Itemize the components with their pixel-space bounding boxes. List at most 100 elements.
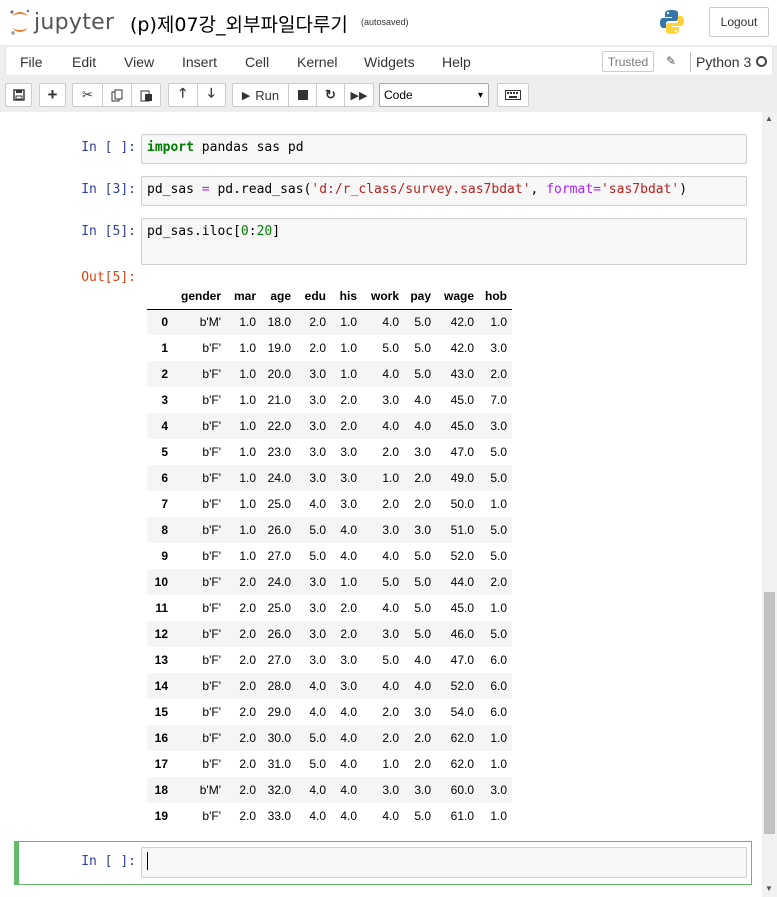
menu-kernel[interactable]: Kernel <box>297 54 337 70</box>
table-cell: 5.0 <box>490 471 507 485</box>
table-cell: 43.0 <box>450 367 474 381</box>
restart-button[interactable]: ↻ <box>317 84 345 106</box>
clipboard-group: ✂ <box>72 83 161 107</box>
restart-run-all-button[interactable]: ▶▶ <box>345 84 373 106</box>
table-body: 0 b'M' 1.0 18.0 2.0 1.0 4.0 5.0 42.0 1.0 1 b'F' 1.0 1… <box>147 309 512 829</box>
table-cell: 1.0 <box>239 393 256 407</box>
move-group: 🡑 🡓 <box>168 83 226 107</box>
row-index: 5 <box>161 445 168 459</box>
kernel-status-icon <box>756 56 767 67</box>
table-cell: 3.0 <box>340 497 357 511</box>
table-cell: 4.0 <box>414 679 431 693</box>
trusted-indicator[interactable]: Trusted <box>602 51 654 72</box>
column-header: wage <box>436 283 479 310</box>
kernel-divider <box>690 52 691 72</box>
command-palette-button[interactable] <box>497 83 529 107</box>
table-cell: 1.0 <box>490 731 507 745</box>
code-cell-input[interactable]: import pandas sas pd <box>141 134 747 164</box>
table-row: 19 b'F' 2.0 33.0 4.0 4.0 4.0 5.0 61.0 1.0 <box>147 803 512 829</box>
table-cell: b'F' <box>202 393 221 407</box>
cut-button[interactable]: ✂ <box>73 84 103 106</box>
table-cell: 1.0 <box>239 341 256 355</box>
insert-cell-button[interactable]: + <box>39 83 66 107</box>
interrupt-button[interactable] <box>289 84 317 106</box>
table-cell: 5.0 <box>490 549 507 563</box>
table-cell: b'F' <box>202 471 221 485</box>
table-cell: 1.0 <box>239 445 256 459</box>
row-index: 1 <box>161 341 168 355</box>
menu-view[interactable]: View <box>124 54 154 70</box>
menu-insert[interactable]: Insert <box>182 54 217 70</box>
table-cell: 29.0 <box>267 705 291 719</box>
table-cell: 2.0 <box>239 601 256 615</box>
table-cell: 2.0 <box>239 705 256 719</box>
table-row: 1 b'F' 1.0 19.0 2.0 1.0 5.0 5.0 42.0 3.0 <box>147 335 512 361</box>
kernel-name[interactable]: Python 3 <box>696 54 751 70</box>
code-cell-input[interactable] <box>141 847 747 878</box>
row-index: 0 <box>161 315 168 330</box>
menu-cell[interactable]: Cell <box>245 54 269 70</box>
table-cell: 5.0 <box>309 549 326 563</box>
table-cell: 3.0 <box>309 575 326 589</box>
table-cell: 2.0 <box>309 341 326 355</box>
table-cell: 5.0 <box>414 627 431 641</box>
run-button[interactable]: ▶ Run <box>233 84 289 106</box>
code-cell-input[interactable]: pd_sas = pd.read_sas('d:/r_class/survey.… <box>141 176 747 206</box>
save-icon <box>12 89 25 101</box>
move-down-button[interactable]: 🡓 <box>198 84 226 106</box>
table-cell: 5.0 <box>414 341 431 355</box>
table-cell: 18.0 <box>267 315 291 330</box>
menu-widgets[interactable]: Widgets <box>364 54 415 70</box>
table-cell: 45.0 <box>450 601 474 615</box>
table-cell: 2.0 <box>239 679 256 693</box>
column-header: hob <box>479 283 512 310</box>
menu-file[interactable]: File <box>20 54 43 70</box>
table-cell: 20.0 <box>267 367 291 381</box>
row-index: 11 <box>155 601 168 615</box>
table-row: 12 b'F' 2.0 26.0 3.0 2.0 3.0 5.0 46.0 5.0 <box>147 621 512 647</box>
table-cell: b'F' <box>202 445 221 459</box>
table-cell: 26.0 <box>267 523 291 537</box>
save-button[interactable] <box>5 83 32 107</box>
table-cell: 4.0 <box>382 809 399 823</box>
table-cell: b'F' <box>202 497 221 511</box>
column-header: edu <box>296 283 331 310</box>
table-cell: 62.0 <box>450 757 474 771</box>
row-index: 16 <box>154 731 168 745</box>
active-cell[interactable] <box>14 841 752 885</box>
table-cell: 4.0 <box>309 705 326 719</box>
scrollbar-thumb[interactable] <box>764 592 775 834</box>
table-cell: 5.0 <box>309 523 326 537</box>
table-cell: 1.0 <box>340 341 357 355</box>
paste-button[interactable] <box>132 84 160 106</box>
menu-edit[interactable]: Edit <box>72 54 96 70</box>
cell-type-select[interactable]: Code ▾ <box>379 83 489 107</box>
table-cell: 4.0 <box>309 783 326 797</box>
copy-button[interactable] <box>103 84 132 106</box>
table-cell: 27.0 <box>267 653 291 667</box>
toolbar: + ✂ 🡑 🡓 ▶ Run ↻ ▶▶ Code ▾ <box>0 78 777 112</box>
logout-button[interactable]: Logout <box>709 7 769 37</box>
table-cell: 5.0 <box>490 445 507 459</box>
input-prompt: In [5]: <box>81 224 136 239</box>
table-cell: 1.0 <box>239 523 256 537</box>
jupyter-logo[interactable]: jupyter <box>8 6 114 38</box>
menu-help[interactable]: Help <box>442 54 471 70</box>
table-cell: 3.0 <box>340 679 357 693</box>
table-cell: 1.0 <box>382 471 399 485</box>
table-cell: 5.0 <box>414 575 431 589</box>
table-cell: 3.0 <box>309 445 326 459</box>
code-cell-input[interactable]: pd_sas.iloc[0:20] <box>141 218 747 265</box>
table-cell: 1.0 <box>239 471 256 485</box>
move-up-button[interactable]: 🡑 <box>169 84 198 106</box>
table-cell: 6.0 <box>490 679 507 693</box>
table-cell: 3.0 <box>309 653 326 667</box>
table-row: 5 b'F' 1.0 23.0 3.0 3.0 2.0 3.0 47.0 5.0 <box>147 439 512 465</box>
scroll-down-icon[interactable]: ▼ <box>765 884 773 893</box>
table-cell: 47.0 <box>450 445 474 459</box>
notebook-title[interactable]: (p)제07강_외부파일다루기 <box>130 10 348 37</box>
vertical-scrollbar[interactable]: ▲ ▼ <box>762 112 777 897</box>
row-index: 19 <box>154 809 168 823</box>
table-cell: b'F' <box>202 367 221 381</box>
scroll-up-icon[interactable]: ▲ <box>765 114 773 123</box>
